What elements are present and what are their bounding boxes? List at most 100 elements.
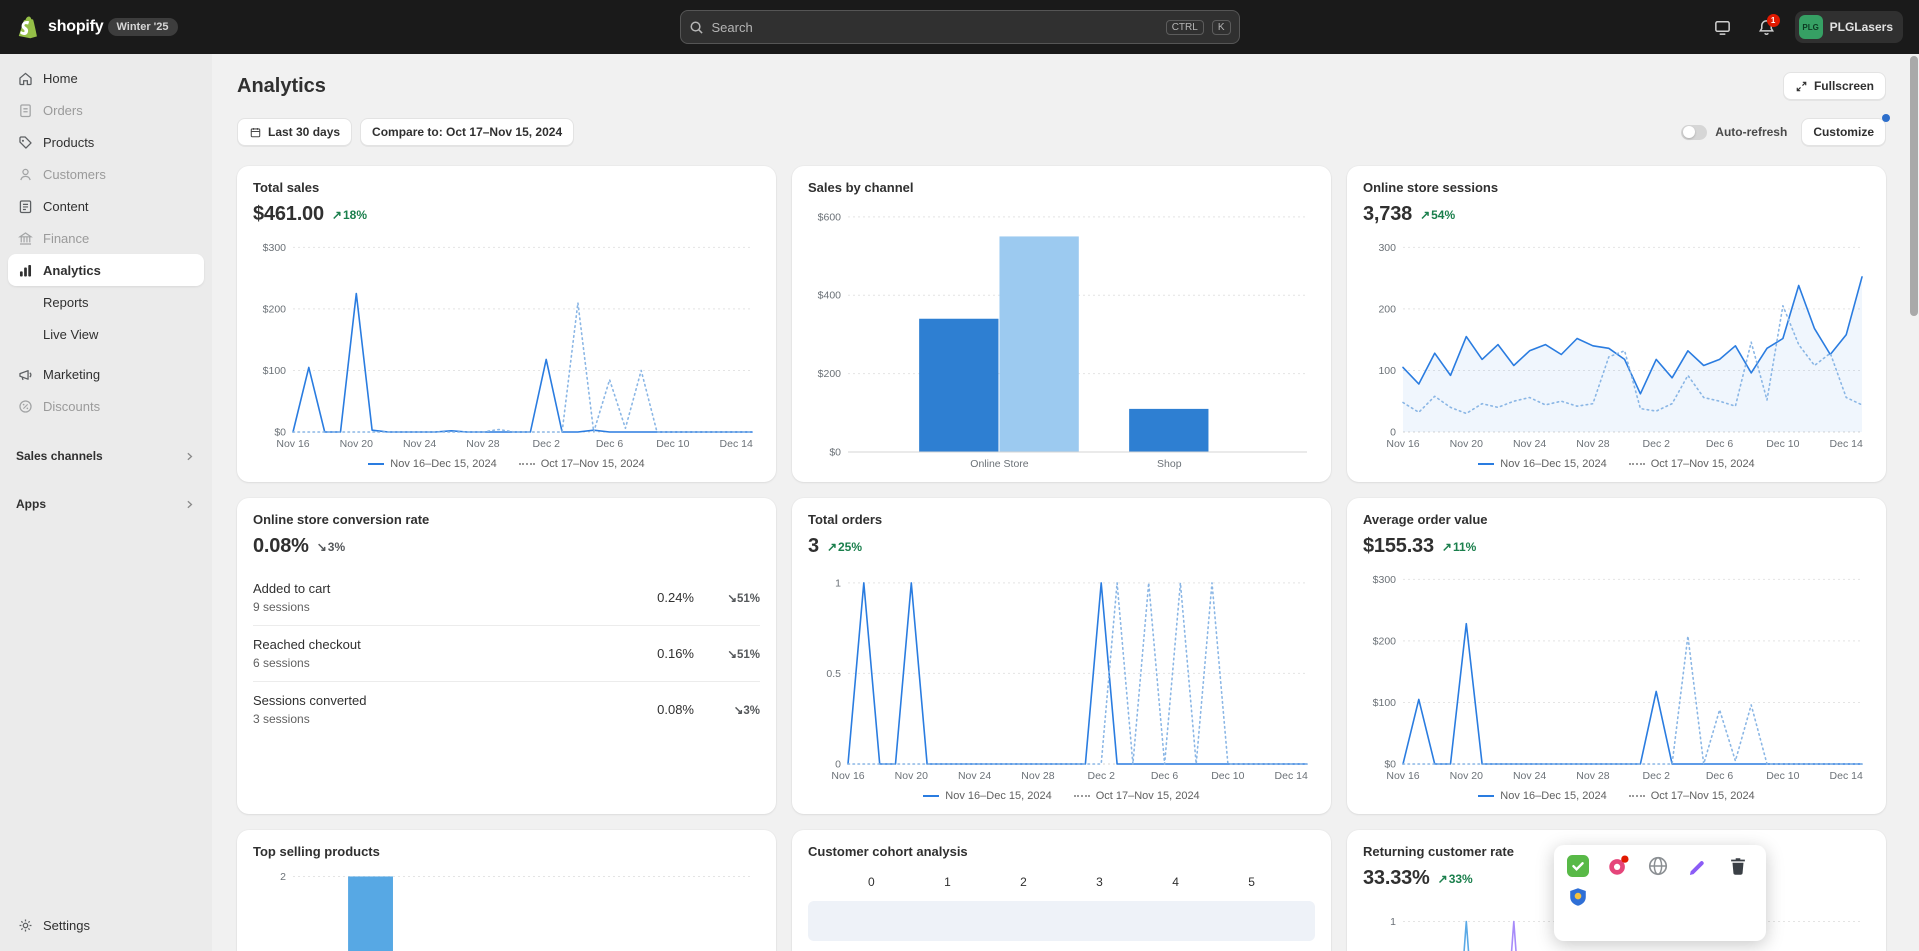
sidebar-item-reports[interactable]: Reports	[8, 286, 204, 318]
sidebar-item-analytics[interactable]: Analytics	[8, 254, 204, 286]
svg-text:100: 100	[1378, 365, 1396, 377]
funnel-row-added-to-cart: Added to cart 9 sessions 0.24% ↘51%	[253, 570, 760, 626]
card-title: Top selling products	[253, 844, 760, 859]
svg-text:Dec 2: Dec 2	[1088, 770, 1116, 782]
pin-badge-icon[interactable]	[1606, 854, 1629, 877]
cohort-col: 4	[1138, 875, 1214, 889]
sidebar-item-label: Discounts	[43, 399, 100, 414]
funnel-sessions: 6 sessions	[253, 656, 604, 670]
funnel-delta: ↘51%	[694, 591, 760, 605]
funnel-label: Added to cart	[253, 581, 604, 596]
sidebar-item-settings[interactable]: Settings	[8, 909, 204, 941]
svg-text:Nov 24: Nov 24	[1513, 770, 1546, 782]
store-preview-button[interactable]	[1707, 11, 1739, 43]
metric-value: 33.33%	[1363, 867, 1430, 890]
svg-text:Nov 28: Nov 28	[1576, 438, 1609, 450]
sidebar-item-label: Analytics	[43, 263, 101, 278]
sidebar-item-customers[interactable]: Customers	[8, 158, 204, 190]
compare-to-button[interactable]: Compare to: Oct 17–Nov 15, 2024	[360, 118, 574, 146]
funnel-label: Reached checkout	[253, 637, 604, 652]
extension-toolbar-overlay	[1554, 845, 1766, 941]
top-selling-chart: 21.5	[253, 865, 760, 951]
funnel-delta: ↘3%	[694, 703, 760, 717]
sidebar-item-label: Settings	[43, 918, 90, 933]
svg-text:0: 0	[1390, 427, 1396, 439]
sidebar-item-marketing[interactable]: Marketing	[8, 358, 204, 390]
delta-badge: ↗11%	[1442, 540, 1476, 554]
funnel-sessions: 9 sessions	[253, 600, 604, 614]
svg-text:0: 0	[835, 759, 841, 771]
sales-by-channel-card[interactable]: Sales by channel $600$400$200$0Online St…	[792, 166, 1331, 482]
sidebar-item-finance[interactable]: Finance	[8, 222, 204, 254]
svg-text:Nov 16: Nov 16	[276, 438, 309, 450]
date-range-button[interactable]: Last 30 days	[237, 118, 352, 146]
sidebar: Home Orders Products Customers Content F…	[0, 54, 212, 951]
total-orders-card[interactable]: Total orders 3 ↗25% 10.50Nov 16Nov 20Nov…	[792, 498, 1331, 814]
fullscreen-button[interactable]: Fullscreen	[1783, 72, 1886, 100]
svg-text:Dec 2: Dec 2	[1643, 770, 1671, 782]
scrollbar-thumb[interactable]	[1910, 56, 1918, 316]
metric-value: 3,738	[1363, 203, 1412, 226]
customer-cohort-card[interactable]: Customer cohort analysis 0 1 2 3 4 5	[792, 830, 1331, 951]
card-title: Average order value	[1363, 512, 1870, 527]
svg-text:1: 1	[835, 577, 841, 589]
metric-value: 0.08%	[253, 535, 309, 558]
cohort-col: 0	[833, 875, 909, 889]
sidebar-section-apps[interactable]: Apps	[8, 490, 204, 518]
metric-value: $155.33	[1363, 535, 1434, 558]
cohort-columns: 0 1 2 3 4 5	[833, 875, 1289, 889]
new-feature-dot	[1882, 114, 1890, 122]
svg-text:Nov 24: Nov 24	[958, 770, 991, 782]
sidebar-item-orders[interactable]: Orders	[8, 94, 204, 126]
auto-refresh-toggle[interactable]: Auto-refresh	[1681, 125, 1787, 140]
account-menu[interactable]: PLG PLGLasers	[1795, 11, 1903, 43]
svg-text:2: 2	[280, 871, 286, 883]
calendar-icon	[249, 126, 262, 139]
search-input[interactable]: Search CTRL K	[680, 10, 1240, 44]
svg-text:$300: $300	[263, 242, 287, 254]
sidebar-item-label: Finance	[43, 231, 89, 246]
tag-icon	[16, 133, 34, 151]
online-store-sessions-card[interactable]: Online store sessions 3,738 ↗54% 3002001…	[1347, 166, 1886, 482]
main-content: Analytics Fullscreen Last 30 days Compar…	[212, 54, 1919, 951]
notifications-button[interactable]: 1	[1751, 11, 1783, 43]
average-order-value-card[interactable]: Average order value $155.33 ↗11% $300$20…	[1347, 498, 1886, 814]
sidebar-item-discounts[interactable]: Discounts	[8, 390, 204, 422]
customize-button[interactable]: Customize	[1801, 118, 1886, 146]
card-title: Sales by channel	[808, 180, 1315, 195]
sidebar-item-label: Live View	[43, 327, 98, 342]
sidebar-item-products[interactable]: Products	[8, 126, 204, 158]
sidebar-item-content[interactable]: Content	[8, 190, 204, 222]
card-title: Online store conversion rate	[253, 512, 760, 527]
top-selling-products-card[interactable]: Top selling products 21.5	[237, 830, 776, 951]
store-icon	[1713, 18, 1732, 37]
page-scrollbar[interactable]	[1909, 54, 1919, 951]
pencil-icon[interactable]	[1686, 854, 1709, 877]
cohort-col: 5	[1214, 875, 1290, 889]
shopify-logo[interactable]: shopify	[16, 14, 104, 40]
shield-icon[interactable]	[1566, 885, 1589, 908]
analytics-icon	[16, 261, 34, 279]
current-period-marker	[1478, 463, 1494, 465]
svg-text:Nov 20: Nov 20	[340, 438, 373, 450]
svg-text:Dec 14: Dec 14	[720, 438, 753, 450]
trash-icon[interactable]	[1726, 854, 1749, 877]
svg-text:$100: $100	[1373, 697, 1397, 709]
sales-by-channel-chart: $600$400$200$0Online StoreShop	[808, 201, 1315, 472]
sidebar-item-live-view[interactable]: Live View	[8, 318, 204, 350]
globe-icon[interactable]	[1646, 854, 1669, 877]
total-sales-card[interactable]: Total sales $461.00 ↗18% $300$200$100$0N…	[237, 166, 776, 482]
sidebar-item-label: Content	[43, 199, 89, 214]
conversion-rate-card[interactable]: Online store conversion rate 0.08% ↘3% A…	[237, 498, 776, 814]
content-icon	[16, 197, 34, 215]
sidebar-section-sales-channels[interactable]: Sales channels	[8, 442, 204, 470]
funnel-row-reached-checkout: Reached checkout 6 sessions 0.16% ↘51%	[253, 626, 760, 682]
sidebar-item-home[interactable]: Home	[8, 62, 204, 94]
person-icon	[16, 165, 34, 183]
season-badge: Winter '25	[108, 18, 178, 36]
avg-order-value-chart: $300$200$100$0Nov 16Nov 20Nov 24Nov 28De…	[1363, 564, 1870, 784]
green-check-icon[interactable]	[1566, 854, 1589, 877]
svg-text:Nov 28: Nov 28	[466, 438, 499, 450]
search-placeholder: Search	[712, 20, 1158, 35]
section-label: Sales channels	[16, 449, 103, 463]
